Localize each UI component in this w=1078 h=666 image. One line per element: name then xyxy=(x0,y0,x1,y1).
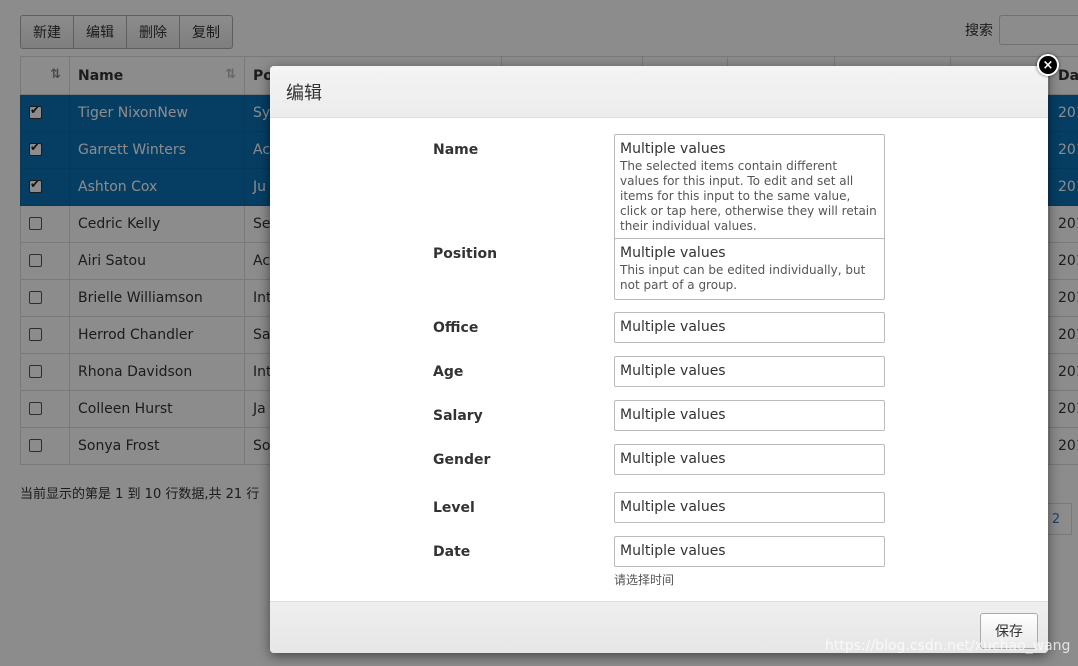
field-input-date[interactable]: Multiple values xyxy=(614,536,885,567)
edit-dialog: 编辑 Name Multiple values The selected items… xyxy=(270,66,1048,653)
field-value: Multiple values xyxy=(620,543,726,559)
dialog-title: 编辑 xyxy=(286,82,322,104)
field-input-salary[interactable]: Multiple values xyxy=(614,400,885,431)
field-label: Name xyxy=(433,142,479,158)
field-label: Salary xyxy=(433,408,483,424)
field-input-name[interactable]: Multiple values The selected items contai… xyxy=(614,134,885,241)
watermark: https://blog.csdn.net/xuchao_wang xyxy=(825,638,1071,654)
field-value: Multiple values xyxy=(620,451,726,467)
field-value: Multiple values xyxy=(620,499,726,515)
field-value: Multiple values xyxy=(620,319,726,335)
field-value: Multiple values xyxy=(620,407,726,423)
field-label: Position xyxy=(433,246,498,262)
field-input-gender[interactable]: Multiple values xyxy=(614,444,885,475)
field-label: Date xyxy=(433,544,471,560)
field-input-level[interactable]: Multiple values xyxy=(614,492,885,523)
field-input-age[interactable]: Multiple values xyxy=(614,356,885,387)
field-value: Multiple values xyxy=(620,245,726,261)
field-label: Office xyxy=(433,320,479,336)
close-icon[interactable]: × xyxy=(1037,54,1059,76)
field-info[interactable]: The selected items contain different val… xyxy=(620,159,879,234)
field-input-position[interactable]: Multiple values This input can be edited … xyxy=(614,238,885,300)
field-value: Multiple values xyxy=(620,363,726,379)
dialog-header: 编辑 xyxy=(270,66,1048,118)
field-value: Multiple values xyxy=(620,141,726,157)
field-label: Level xyxy=(433,500,475,516)
field-label: Age xyxy=(433,364,464,380)
field-message: 请选择时间 xyxy=(614,573,675,587)
field-label: Gender xyxy=(433,452,491,468)
field-info[interactable]: This input can be edited individually, b… xyxy=(620,263,879,293)
field-input-office[interactable]: Multiple values xyxy=(614,312,885,343)
